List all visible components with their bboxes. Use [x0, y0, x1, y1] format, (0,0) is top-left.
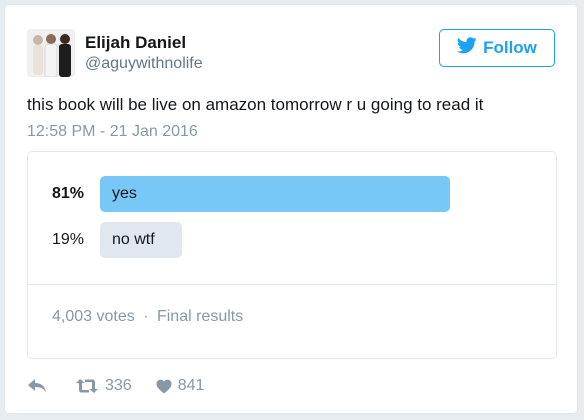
reply-button[interactable]: [27, 378, 47, 394]
poll-option-label: yes: [112, 185, 137, 202]
retweet-icon: [75, 378, 99, 394]
poll-option-percent: 81%: [52, 185, 85, 202]
like-button[interactable]: 841: [156, 377, 205, 395]
like-count: 841: [177, 377, 205, 394]
poll-option-label: no wtf: [112, 231, 155, 248]
author-handle[interactable]: @aguywithnolife: [85, 55, 203, 73]
reply-icon: [27, 378, 47, 394]
poll-option-bar: [100, 176, 450, 212]
poll-option-no-wtf: 19% no wtf: [28, 222, 556, 258]
timestamp[interactable]: 12:58 PM - 21 Jan 2016: [27, 123, 198, 141]
poll-vote-count: 4,003 votes: [52, 308, 135, 325]
follow-label: Follow: [483, 38, 537, 57]
poll-separator: ·: [143, 308, 149, 325]
avatar[interactable]: [27, 29, 75, 77]
poll-option-yes: 81% yes: [28, 176, 556, 212]
poll-status: Final results: [156, 308, 244, 325]
poll-option-percent: 19%: [52, 231, 85, 248]
retweet-count: 336: [105, 377, 132, 394]
bird-icon: [456, 37, 483, 59]
heart-icon: [156, 379, 172, 394]
poll: 81% yes 19% no wtf 4,003 votes · Final r…: [27, 151, 557, 359]
tweet-card: Elijah Daniel @aguywithnolife Follow thi…: [4, 4, 578, 414]
retweet-button[interactable]: 336: [75, 377, 132, 395]
tweet-text: this book will be live on amazon tomorro…: [27, 95, 484, 114]
poll-divider: [28, 284, 556, 285]
follow-button[interactable]: Follow: [439, 29, 555, 67]
tweet-actions: 336 841: [27, 375, 204, 397]
poll-footer: 4,003 votes · Final results: [52, 308, 243, 326]
author-name[interactable]: Elijah Daniel: [85, 33, 186, 53]
